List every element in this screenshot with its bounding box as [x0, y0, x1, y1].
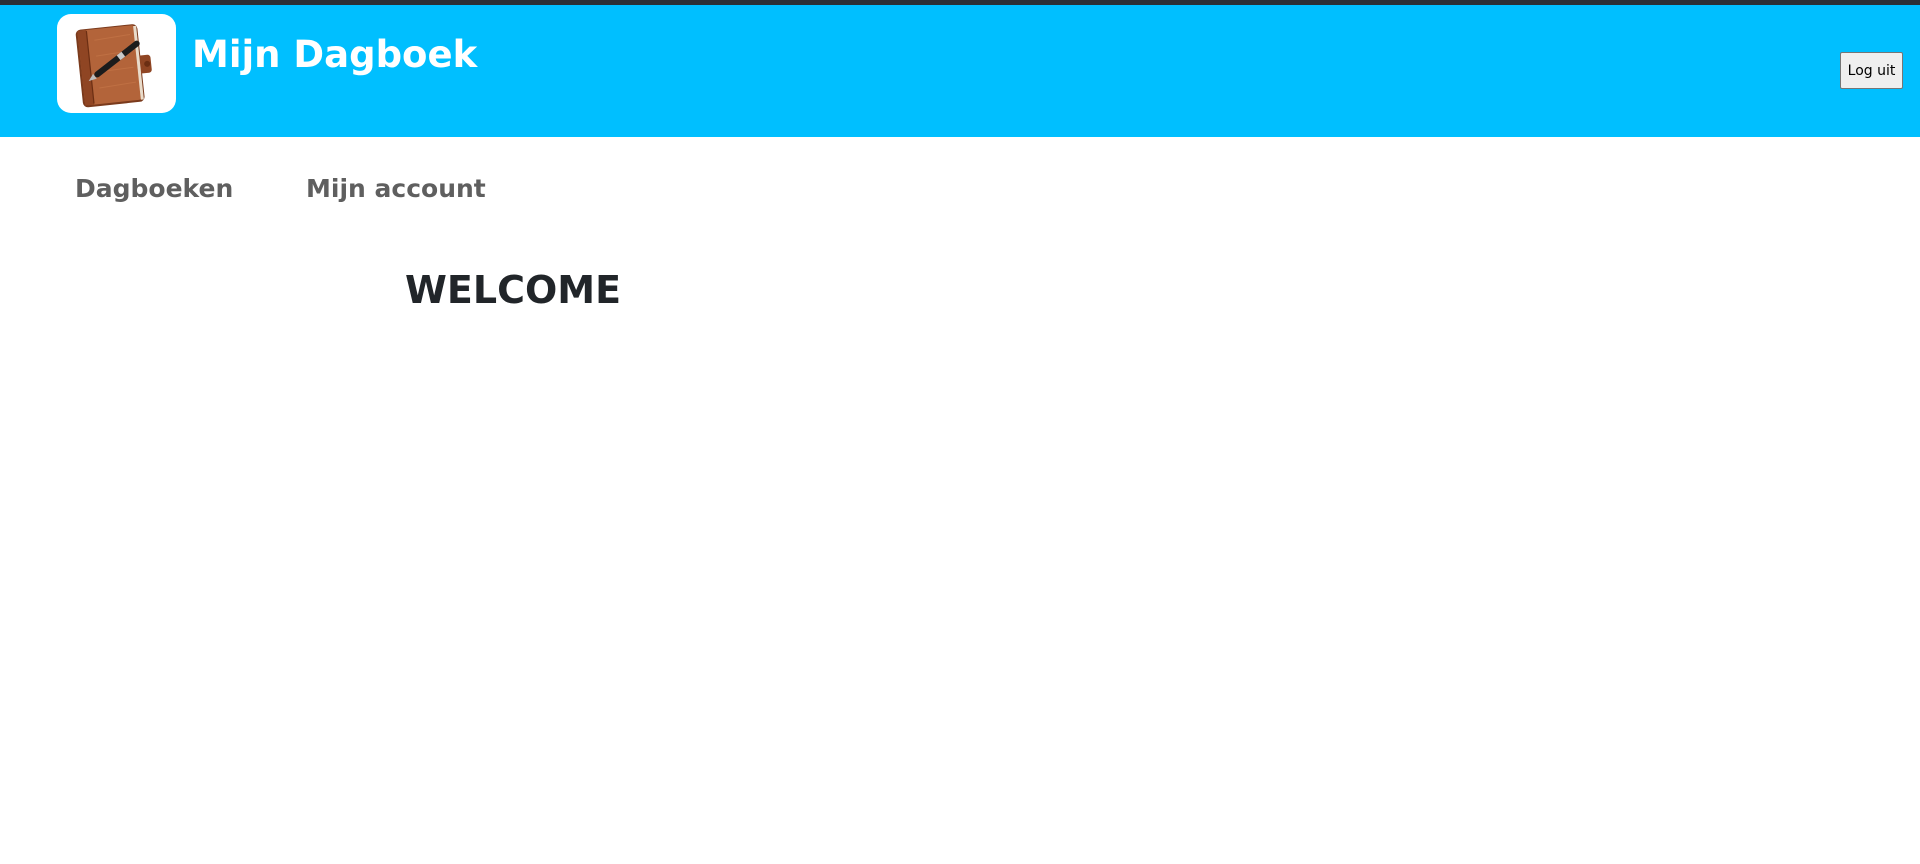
nav-item-mijn-account[interactable]: Mijn account	[306, 174, 486, 203]
app-header: Mijn Dagboek Log uit	[0, 5, 1920, 137]
logout-button[interactable]: Log uit	[1840, 52, 1903, 89]
notebook-pen-icon	[57, 14, 176, 113]
main-nav: Dagboeken Mijn account	[0, 137, 1920, 242]
nav-item-dagboeken[interactable]: Dagboeken	[75, 174, 233, 203]
app-title: Mijn Dagboek	[192, 33, 478, 76]
welcome-heading: WELCOME	[405, 268, 622, 312]
